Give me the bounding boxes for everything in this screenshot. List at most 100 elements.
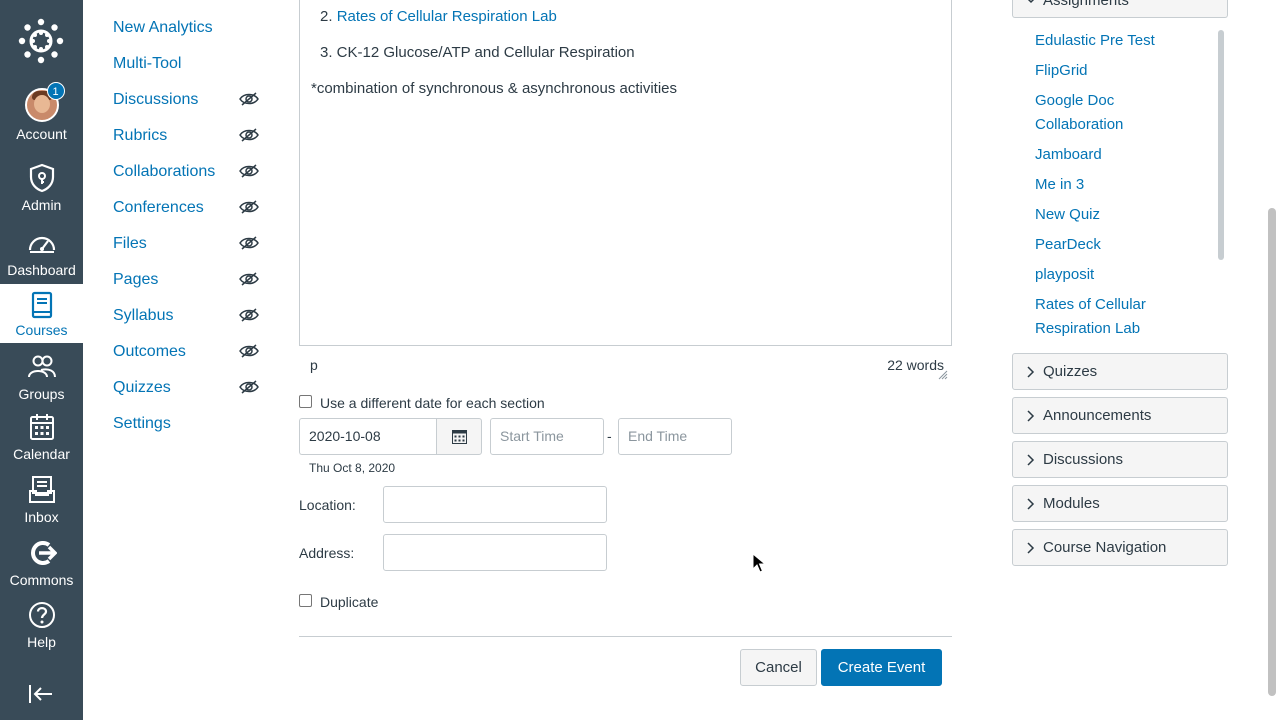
page-scrollbar[interactable] [1268, 208, 1276, 696]
course-nav-item-files: Files [113, 235, 263, 271]
list-item[interactable]: Me in 3 [1035, 173, 1210, 197]
nav-inbox[interactable]: Inbox [0, 475, 83, 537]
collapse-nav-icon[interactable] [26, 682, 56, 706]
date-input[interactable]: 2020-10-08 [299, 418, 437, 455]
chevron-right-icon [1027, 366, 1035, 378]
global-navigation: 1 Account Admin Dashboard Courses Groups… [0, 0, 83, 720]
editor-list-item: 3. CK-12 Glucose/ATP and Cellular Respir… [320, 44, 635, 61]
chevron-right-icon [1027, 498, 1035, 510]
time-separator: - [607, 428, 612, 444]
nav-dashboard-label: Dashboard [7, 262, 76, 278]
hidden-eye-icon [239, 344, 259, 358]
section-quizzes[interactable]: Quizzes [1012, 353, 1228, 390]
nav-dashboard[interactable]: Dashboard [0, 228, 83, 290]
course-nav-item-outcomes: Outcomes [113, 343, 263, 379]
canvas-logo-icon[interactable] [18, 18, 64, 64]
hidden-eye-icon [239, 128, 259, 142]
address-input[interactable] [383, 534, 607, 571]
course-nav-link[interactable]: Outcomes [113, 343, 186, 360]
course-nav-link[interactable]: Settings [113, 415, 171, 432]
course-nav-item-multi-tool: Multi-Tool [113, 55, 263, 91]
inbox-icon [28, 476, 55, 503]
section-announcements[interactable]: Announcements [1012, 397, 1228, 434]
assignments-scrollbar[interactable] [1218, 30, 1224, 260]
editor-list-item: 2. Rates of Cellular Respiration Lab [320, 8, 557, 25]
course-nav-link[interactable]: Pages [113, 271, 158, 288]
hidden-eye-icon [239, 200, 259, 214]
different-date-label: Use a different date for each section [320, 395, 545, 411]
course-nav-item-pages: Pages [113, 271, 263, 307]
section-course-navigation[interactable]: Course Navigation [1012, 529, 1228, 566]
list-item[interactable]: New Quiz [1035, 203, 1210, 227]
duplicate-label: Duplicate [320, 594, 379, 610]
shield-icon [29, 163, 54, 193]
course-nav-link[interactable]: New Analytics [113, 19, 213, 36]
form-divider [299, 636, 952, 637]
chevron-right-icon [1027, 542, 1035, 554]
course-nav-link[interactable]: Discussions [113, 91, 198, 108]
hidden-eye-icon [239, 308, 259, 322]
editor-link[interactable]: Rates of Cellular Respiration Lab [337, 8, 557, 25]
nav-calendar[interactable]: Calendar [0, 412, 83, 474]
location-input[interactable] [383, 486, 607, 523]
course-nav-link[interactable]: Syllabus [113, 307, 173, 324]
end-time-input[interactable]: End Time [618, 418, 732, 455]
hidden-eye-icon [239, 272, 259, 286]
nav-admin[interactable]: Admin [0, 163, 83, 225]
course-nav-item-settings: Settings [113, 415, 263, 451]
nav-courses-label: Courses [15, 322, 68, 338]
calendar-icon [29, 414, 54, 440]
hidden-eye-icon [239, 164, 259, 178]
list-item[interactable]: playposit [1035, 263, 1210, 287]
calendar-icon [452, 430, 467, 444]
calendar-picker-button[interactable] [436, 418, 482, 455]
different-date-checkbox[interactable] [299, 395, 312, 408]
course-nav-item-quizzes: Quizzes [113, 379, 263, 415]
nav-commons[interactable]: Commons [0, 538, 83, 600]
chevron-down-icon [1027, 0, 1035, 4]
nav-groups-label: Groups [18, 386, 65, 402]
cancel-button[interactable]: Cancel [740, 649, 817, 686]
hidden-eye-icon [239, 236, 259, 250]
groups-icon [27, 355, 56, 378]
nav-courses[interactable]: Courses [0, 284, 83, 343]
list-item[interactable]: Edulastic Pre Test [1035, 29, 1210, 53]
section-discussions[interactable]: Discussions [1012, 441, 1228, 478]
section-title: Quizzes [1043, 363, 1098, 380]
section-title: Discussions [1043, 451, 1124, 468]
resize-handle-icon[interactable] [938, 370, 948, 380]
duplicate-checkbox[interactable] [299, 594, 312, 607]
nav-account[interactable]: 1 Account [0, 82, 83, 150]
dashboard-icon [28, 236, 55, 253]
notification-badge: 1 [46, 82, 65, 100]
section-title: Assignments [1043, 0, 1129, 9]
nav-help[interactable]: Help [0, 600, 83, 662]
list-item[interactable]: PearDeck [1035, 233, 1210, 257]
list-item[interactable]: Rates of Cellular Respiration Lab [1035, 293, 1155, 341]
start-time-input[interactable]: Start Time [490, 418, 604, 455]
list-item[interactable]: FlipGrid [1035, 59, 1210, 83]
date-hint: Thu Oct 8, 2020 [309, 461, 396, 475]
word-count: 22 words [887, 357, 944, 373]
nav-inbox-label: Inbox [24, 509, 59, 525]
course-nav-item-conferences: Conferences [113, 199, 263, 235]
editor-path[interactable]: p [310, 357, 318, 373]
section-title: Course Navigation [1043, 539, 1167, 556]
section-title: Modules [1043, 495, 1100, 512]
course-nav-link[interactable]: Multi-Tool [113, 55, 181, 72]
nav-account-label: Account [16, 126, 67, 142]
mouse-cursor-icon [752, 553, 766, 573]
list-item[interactable]: Jamboard [1035, 143, 1210, 167]
course-nav-link[interactable]: Quizzes [113, 379, 171, 396]
course-nav-item-syllabus: Syllabus [113, 307, 263, 343]
course-nav-link[interactable]: Rubrics [113, 127, 167, 144]
nav-groups[interactable]: Groups [0, 352, 83, 414]
course-nav-link[interactable]: Conferences [113, 199, 204, 216]
list-item[interactable]: Google Doc Collaboration [1035, 89, 1145, 137]
course-nav-item-rubrics: Rubrics [113, 127, 263, 163]
course-nav-link[interactable]: Collaborations [113, 163, 215, 180]
assignments-section-header[interactable]: Assignments [1012, 0, 1228, 18]
section-modules[interactable]: Modules [1012, 485, 1228, 522]
create-event-button[interactable]: Create Event [821, 649, 942, 686]
course-nav-link[interactable]: Files [113, 235, 147, 252]
